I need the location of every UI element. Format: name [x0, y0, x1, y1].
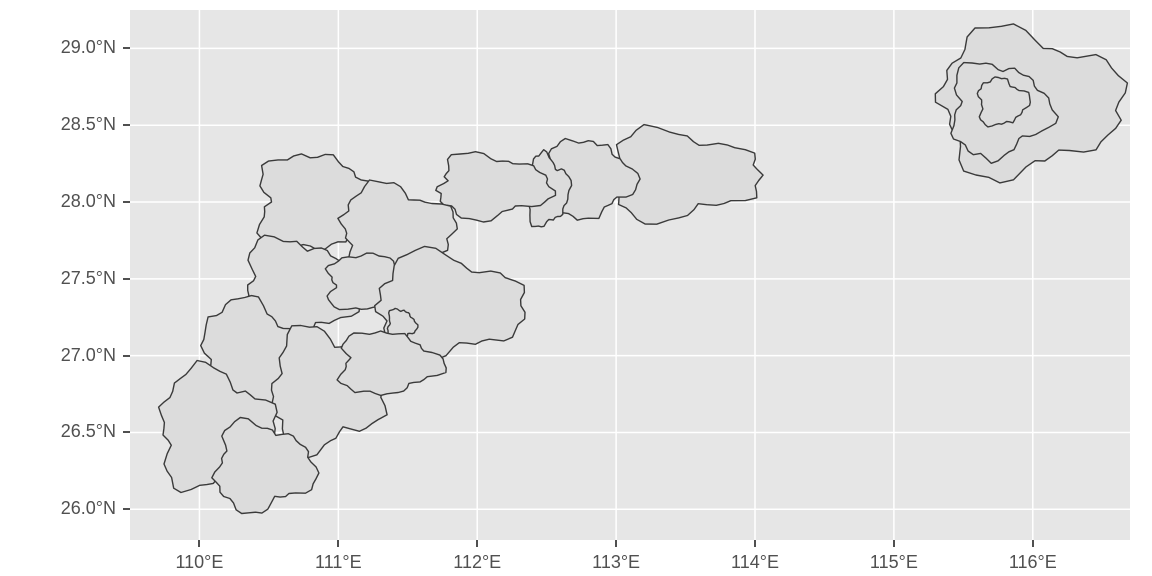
- y-tick-mark: [123, 47, 130, 49]
- y-tick-label: 26.5°N: [0, 421, 116, 442]
- y-tick-mark: [123, 431, 130, 433]
- x-tick-label: 116°E: [1003, 552, 1063, 573]
- y-tick-mark: [123, 124, 130, 126]
- x-tick-label: 115°E: [864, 552, 924, 573]
- y-tick-label: 26.0°N: [0, 498, 116, 519]
- y-tick-mark: [123, 201, 130, 203]
- x-tick-mark: [754, 540, 756, 547]
- x-tick-label: 114°E: [725, 552, 785, 573]
- y-tick-mark: [123, 278, 130, 280]
- x-tick-mark: [337, 540, 339, 547]
- y-tick-label: 27.0°N: [0, 345, 116, 366]
- x-tick-label: 110°E: [169, 552, 229, 573]
- y-tick-mark: [123, 508, 130, 510]
- x-tick-label: 112°E: [447, 552, 507, 573]
- x-tick-label: 111°E: [308, 552, 368, 573]
- x-tick-mark: [198, 540, 200, 547]
- x-tick-mark: [476, 540, 478, 547]
- y-tick-label: 28.5°N: [0, 114, 116, 135]
- y-tick-label: 27.5°N: [0, 268, 116, 289]
- x-tick-mark: [893, 540, 895, 547]
- y-tick-label: 28.0°N: [0, 191, 116, 212]
- x-tick-label: 113°E: [586, 552, 646, 573]
- y-tick-label: 29.0°N: [0, 37, 116, 58]
- x-tick-mark: [615, 540, 617, 547]
- plot-panel: [130, 10, 1130, 540]
- x-tick-mark: [1032, 540, 1034, 547]
- panel-svg: [130, 10, 1130, 540]
- map-plot: 26.0°N 26.5°N 27.0°N 27.5°N 28.0°N 28.5°N 29.0…: [0, 0, 1152, 576]
- y-tick-mark: [123, 355, 130, 357]
